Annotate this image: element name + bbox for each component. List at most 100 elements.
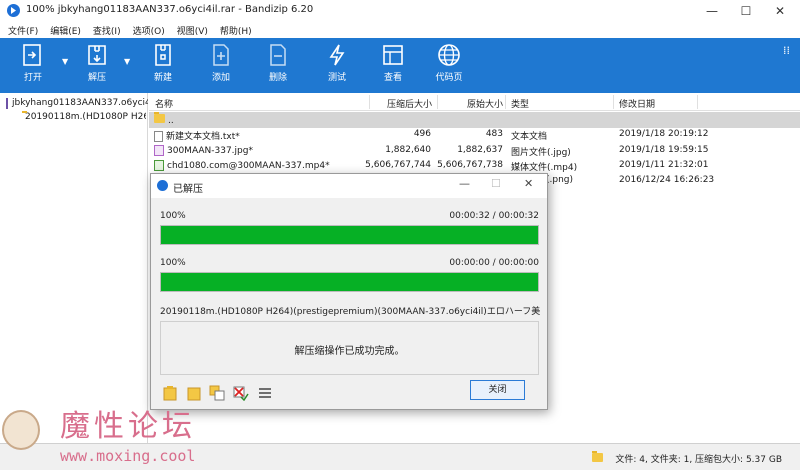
total-progress-time: 00:00:32 / 00:00:32 — [449, 211, 539, 221]
extract-icon — [88, 45, 106, 65]
minimize-button[interactable]: — — [694, 0, 730, 22]
close-window-button[interactable]: ✕ — [762, 0, 798, 22]
dialog-minimize-button[interactable]: — — [459, 177, 470, 190]
delete-archive-icon[interactable] — [233, 385, 249, 401]
tree-folder-node[interactable]: 20190118m.(HD1080P H264)(prestigepremium… — [22, 110, 146, 124]
file-original-size: 483 — [485, 129, 503, 139]
extract-dropdown-icon[interactable]: ▼ — [124, 57, 130, 66]
menu-bar: 文件(F) 编辑(E) 查找(I) 选项(O) 视图(V) 帮助(H) — [0, 22, 800, 38]
watermark-title: 魔性论坛 — [60, 409, 196, 444]
column-divider[interactable] — [369, 95, 370, 109]
rar-archive-icon — [6, 97, 8, 109]
folder-tree: jbkyhang01183AAN337.o6yci4il.rar 2019011… — [0, 93, 148, 443]
dialog-close-icon[interactable]: ✕ — [524, 177, 533, 190]
test-button[interactable]: 测试 — [314, 43, 360, 91]
open-folder-icon[interactable] — [163, 385, 179, 401]
tree-archive-node[interactable]: jbkyhang01183AAN337.o6yci4il.rar — [6, 96, 148, 110]
title-bar: 100% jbkyhang01183AAN337.o6yci4il.rar - … — [0, 0, 800, 22]
tree-folder-label: 20190118m.(HD1080P H264)(prestigepremium… — [25, 112, 146, 122]
file-name-cell: chd1080.com@300MAAN-337.mp4* — [154, 160, 330, 171]
message-box: 解压缩操作已成功完成。 — [160, 321, 539, 375]
column-divider[interactable] — [505, 95, 506, 109]
open-button[interactable]: 打开 — [10, 43, 56, 91]
toolbar: 打开 ▼ 解压 ▼ 新建 添加 删除 测试 查看 代码页 ⁞⁞ — [0, 38, 800, 93]
lightning-icon — [329, 44, 345, 66]
file-name-cell: 新建文本文档.txt* — [154, 129, 240, 142]
view-icon — [383, 45, 403, 65]
menu-help[interactable]: 帮助(H) — [220, 24, 252, 37]
file-row-parent[interactable]: .. — [149, 112, 800, 128]
maximize-button[interactable]: ☐ — [728, 0, 764, 22]
add-label: 添加 — [211, 73, 230, 83]
window-title: 100% jbkyhang01183AAN337.o6yci4il.rar - … — [26, 4, 314, 15]
column-type[interactable]: 类型 — [511, 97, 529, 110]
dialog-title: 已解压 — [173, 184, 203, 195]
folder-icon — [154, 112, 165, 123]
view-button[interactable]: 查看 — [370, 43, 416, 91]
menu-options[interactable]: 选项(O) — [133, 24, 165, 37]
column-divider[interactable] — [437, 95, 438, 109]
column-compressed[interactable]: 压缩后大小 — [387, 97, 432, 110]
file-progress-percent: 100% — [160, 258, 186, 268]
extract-button[interactable]: 解压 — [74, 43, 120, 91]
file-row[interactable]: 新建文本文档.txt* 496 483 文本文档 2019/1/18 20:19… — [149, 127, 800, 143]
extract-dialog: 已解压 — ☐ ✕ 100% 00:00:32 / 00:00:32 100% … — [150, 173, 548, 410]
layout-menu-icon[interactable]: ⁞⁞ — [783, 44, 790, 57]
menu-view[interactable]: 视图(V) — [177, 24, 208, 37]
dialog-maximize-button: ☐ — [491, 177, 501, 190]
menu-lines-icon[interactable] — [257, 385, 273, 401]
delete-button[interactable]: 删除 — [255, 43, 301, 91]
column-modified[interactable]: 修改日期 — [619, 97, 655, 110]
file-progress-bar — [160, 272, 539, 292]
column-original[interactable]: 原始大小 — [467, 97, 503, 110]
view-label: 查看 — [383, 73, 402, 83]
menu-file[interactable]: 文件(F) — [8, 24, 38, 37]
file-original-size: 1,882,637 — [457, 145, 503, 155]
watermark-avatar — [2, 410, 40, 450]
add-button[interactable]: 添加 — [198, 43, 244, 91]
file-row[interactable]: 300MAAN-337.jpg* 1,882,640 1,882,637 图片文… — [149, 143, 800, 159]
delete-label: 删除 — [268, 73, 287, 83]
close-button[interactable]: 关闭 — [470, 380, 525, 400]
open-dropdown-icon[interactable]: ▼ — [62, 57, 68, 66]
bandizip-logo-icon — [7, 4, 20, 17]
column-divider[interactable] — [613, 95, 614, 109]
file-modified: 2019/1/18 20:19:12 — [619, 129, 709, 139]
archive-status-icon — [592, 451, 603, 462]
codepage-label: 代码页 — [435, 73, 463, 83]
success-message: 解压缩操作已成功完成。 — [294, 346, 405, 357]
new-label: 新建 — [153, 73, 172, 83]
current-file-name: 20190118m.(HD1080P H264)(prestigepremium… — [160, 307, 540, 317]
file-row[interactable]: chd1080.com@300MAAN-337.mp4* 5,606,767,7… — [149, 158, 800, 174]
tree-archive-label: jbkyhang01183AAN337.o6yci4il.rar — [12, 98, 148, 108]
menu-edit[interactable]: 编辑(E) — [50, 24, 81, 37]
file-modified: 2019/1/18 19:59:15 — [619, 145, 709, 155]
file-type: (.png) — [546, 175, 574, 185]
bandizip-logo-icon — [157, 180, 168, 191]
total-progress-bar — [160, 225, 539, 245]
new-button[interactable]: 新建 — [140, 43, 186, 91]
total-progress-fill — [161, 226, 538, 244]
image-file-icon — [154, 145, 164, 156]
copy-folder-icon[interactable] — [209, 385, 225, 401]
file-modified: 2016/12/24 16:26:23 — [619, 175, 715, 185]
new-archive-icon — [155, 44, 171, 66]
extract-label: 解压 — [87, 73, 106, 83]
file-name: chd1080.com@300MAAN-337.mp4* — [167, 161, 330, 171]
file-type: 文本文档 — [511, 132, 548, 142]
file-original-size: 5,606,767,738 — [437, 160, 503, 170]
file-type: 图片文件(.jpg) — [511, 148, 571, 158]
file-name-cell: 300MAAN-337.jpg* — [154, 145, 253, 156]
column-name[interactable]: 名称 — [155, 97, 173, 110]
open-label: 打开 — [23, 73, 42, 83]
folder-icon[interactable] — [186, 385, 202, 401]
file-compressed-size: 496 — [413, 129, 431, 139]
codepage-button[interactable]: 代码页 — [426, 43, 472, 91]
globe-icon — [438, 44, 460, 66]
file-modified: 2019/1/11 21:32:01 — [619, 160, 709, 170]
text-file-icon — [154, 131, 163, 142]
menu-find[interactable]: 查找(I) — [93, 24, 121, 37]
total-progress-percent: 100% — [160, 211, 186, 221]
add-file-icon — [213, 44, 229, 66]
column-divider[interactable] — [697, 95, 698, 109]
